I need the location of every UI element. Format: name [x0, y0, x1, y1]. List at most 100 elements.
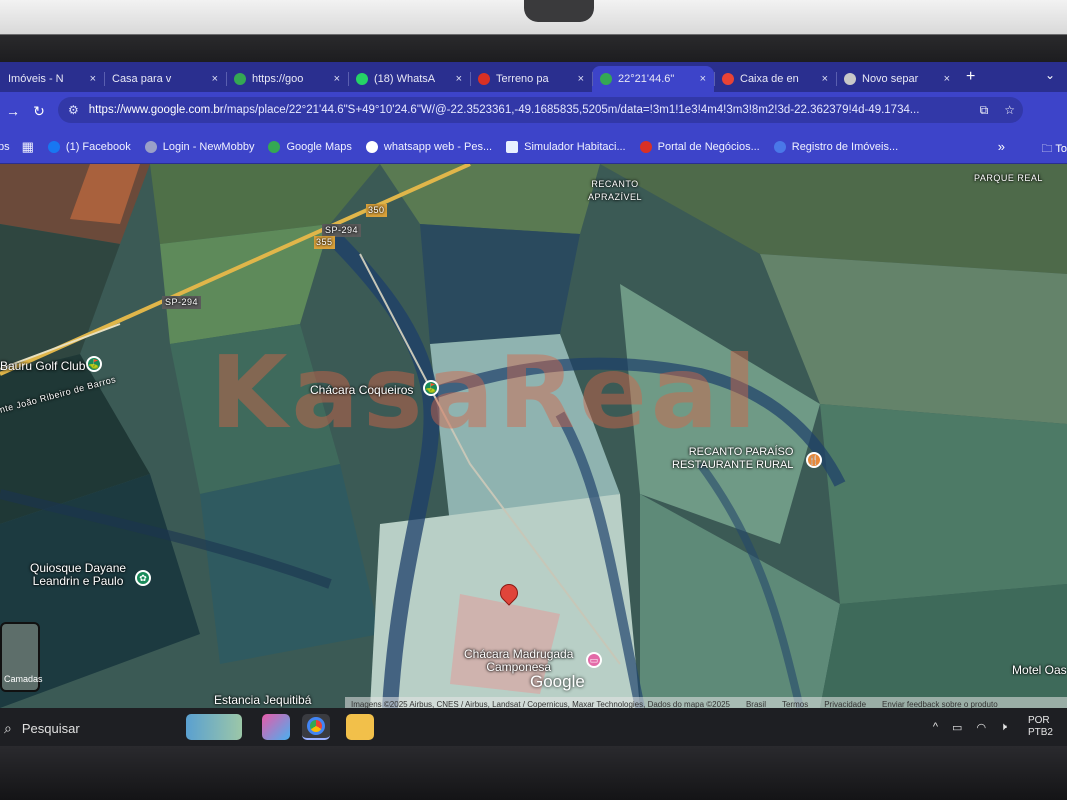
- place-label-recanto-paraiso[interactable]: RECANTO PARAÍSO RESTAURANTE RURAL: [672, 446, 793, 472]
- bookmark-label: Google Maps: [286, 140, 352, 153]
- bookmark-star-icon[interactable]: ☆: [1004, 103, 1015, 117]
- facebook-icon: [47, 140, 60, 153]
- bookmark-google-maps[interactable]: Google Maps: [268, 140, 352, 153]
- tab[interactable]: Novo separ ×: [836, 66, 958, 92]
- tab[interactable]: https://goo ×: [226, 66, 348, 92]
- place-label-chacara-madrugada[interactable]: Chácara Madrugada Camponesa: [464, 648, 573, 674]
- bookmark-facebook[interactable]: (1) Facebook: [47, 140, 131, 153]
- place-label-recanto-aprazivel[interactable]: RECANTO APRAZÍVEL: [588, 178, 642, 204]
- tab[interactable]: Imóveis - N ×: [0, 66, 104, 92]
- install-app-icon[interactable]: ⧉: [980, 103, 989, 118]
- imagery-attribution: Imagens ©2025 Airbus, CNES / Airbus, Lan…: [351, 699, 730, 709]
- close-icon[interactable]: ×: [822, 73, 828, 85]
- chevron-up-icon[interactable]: ^: [933, 721, 938, 733]
- tab-title: Casa para v: [112, 73, 172, 85]
- chrome-icon: [307, 717, 325, 735]
- tab[interactable]: Casa para v ×: [104, 66, 226, 92]
- tab[interactable]: Terreno pa ×: [470, 66, 592, 92]
- terms-link[interactable]: Termos: [782, 700, 808, 709]
- close-icon[interactable]: ×: [700, 73, 706, 85]
- park-pin-icon[interactable]: ✿: [135, 570, 151, 586]
- bookmarks-overflow-button[interactable]: »: [998, 139, 1005, 154]
- feedback-link[interactable]: Enviar feedback sobre o produto: [882, 700, 998, 709]
- chrome-taskbar-icon[interactable]: [302, 714, 330, 740]
- map-attribution-bar: Imagens ©2025 Airbus, CNES / Airbus, Lan…: [345, 697, 1067, 708]
- wifi-icon[interactable]: ◠: [976, 721, 986, 734]
- bookmarks-folder[interactable]: 🗀 To: [1042, 140, 1067, 159]
- record-icon: [478, 73, 490, 85]
- bookmark-whatsapp-web[interactable]: whatsapp web - Pes...: [365, 140, 493, 153]
- place-label-motel[interactable]: Motel Oas: [1012, 664, 1067, 677]
- close-icon[interactable]: ×: [212, 73, 218, 85]
- maps-icon: [600, 73, 612, 85]
- tab-search-icon[interactable]: ⌄: [1045, 68, 1055, 82]
- taskbar-search[interactable]: ⌕ Pesquisar: [4, 715, 178, 741]
- bookmark-registro[interactable]: Registro de Imóveis...: [773, 140, 898, 153]
- laptop-bezel-bottom: [0, 746, 1067, 800]
- file-explorer-icon[interactable]: [346, 714, 374, 740]
- portal-icon: [639, 140, 652, 153]
- language-indicator[interactable]: POR PTB2: [1021, 715, 1060, 739]
- url-host: https://www.google.com.br: [88, 104, 224, 116]
- site-info-icon[interactable]: ⚙: [68, 103, 79, 117]
- bookmarks-bar: ps ▦ (1) Facebook Login - NewMobby Googl…: [0, 130, 1067, 164]
- bookmark-label: Portal de Negócios...: [657, 140, 760, 153]
- close-icon[interactable]: ×: [334, 73, 340, 85]
- gmail-icon: [722, 73, 734, 85]
- tab-title: (18) WhatsA: [374, 73, 436, 85]
- bookmark-apps[interactable]: ps ▦: [0, 139, 34, 155]
- globe-icon: [144, 140, 157, 153]
- place-label-estancia[interactable]: Estancia Jequitibá: [214, 694, 311, 707]
- golf-pin-icon[interactable]: ⛳: [86, 356, 102, 372]
- place-label-bauru-golf[interactable]: Bauru Golf Club: [0, 360, 85, 373]
- country-link[interactable]: Brasil: [746, 700, 766, 709]
- satellite-map[interactable]: KasaReal RECANTO APRAZÍVEL PARQUE REAL S…: [0, 164, 1067, 708]
- windows-taskbar: ⌕ Pesquisar ^ ▭ ◠ 🕨 POR PTB2: [0, 708, 1067, 746]
- close-icon[interactable]: ×: [578, 73, 584, 85]
- place-label-quiosque[interactable]: Quiosque Dayane Leandrin e Paulo: [30, 562, 126, 588]
- forward-icon[interactable]: →: [0, 103, 26, 119]
- bookmark-label: whatsapp web - Pes...: [383, 140, 493, 153]
- tab[interactable]: (18) WhatsA ×: [348, 66, 470, 92]
- copilot-icon[interactable]: [262, 714, 290, 740]
- globe-icon: [773, 140, 786, 153]
- golf-pin-icon[interactable]: ⛳: [423, 380, 439, 396]
- tab[interactable]: Caixa de en ×: [714, 66, 836, 92]
- reload-icon[interactable]: ↻: [26, 103, 52, 120]
- browser-toolbar: → ↻ ⚙ https://www.google.com.br/maps/pla…: [0, 92, 1067, 130]
- whatsapp-icon: [356, 73, 368, 85]
- apps-grid-icon: ▦: [21, 138, 34, 154]
- restaurant-pin-icon[interactable]: 🍴: [806, 452, 822, 468]
- bookmark-newmobby[interactable]: Login - NewMobby: [144, 140, 254, 153]
- road-label-sp294[interactable]: SP-294: [162, 296, 202, 309]
- folder-label: To: [1055, 143, 1067, 155]
- search-icon: ⌕: [4, 719, 12, 736]
- language-code: POR: [1027, 715, 1050, 726]
- system-tray: ^ ▭ ◠ 🕨 POR PTB2: [926, 708, 1067, 746]
- webcam-notch: [524, 0, 594, 22]
- bookmark-label: Simulador Habitaci...: [524, 140, 626, 153]
- bookmark-simulador[interactable]: Simulador Habitaci...: [506, 140, 626, 153]
- place-label-chacara-coqueiros[interactable]: Chácara Coqueiros: [310, 384, 413, 397]
- privacy-link[interactable]: Privacidade: [824, 700, 866, 709]
- close-icon[interactable]: ×: [944, 73, 950, 85]
- layers-toggle-button[interactable]: Camadas: [0, 622, 43, 692]
- close-icon[interactable]: ×: [456, 73, 462, 85]
- bookmark-portal[interactable]: Portal de Negócios...: [639, 140, 760, 153]
- lodging-pin-icon[interactable]: ▭: [586, 652, 602, 668]
- road-shield-355[interactable]: 355: [314, 236, 335, 249]
- address-bar[interactable]: ⚙ https://www.google.com.br/maps/place/2…: [58, 97, 1023, 123]
- road-shield-350[interactable]: 350: [366, 204, 387, 217]
- place-label-parque-real[interactable]: PARQUE REAL: [974, 172, 1043, 185]
- keyboard-layout: PTB2: [1027, 727, 1053, 738]
- close-icon[interactable]: ×: [90, 73, 96, 85]
- tab-strip: Imóveis - N × Casa para v × https://goo …: [0, 62, 1067, 92]
- tab-active[interactable]: 22°21'44.6" ×: [592, 66, 714, 92]
- battery-icon[interactable]: ▭: [952, 721, 962, 734]
- new-tab-button[interactable]: +: [966, 68, 975, 86]
- volume-icon[interactable]: 🕨: [1000, 721, 1007, 734]
- widgets-icon[interactable]: [186, 714, 242, 740]
- folder-icon: 🗀: [1041, 143, 1056, 155]
- url-text[interactable]: https://www.google.com.br/maps/place/22°…: [89, 104, 972, 116]
- chrome-icon: [844, 73, 856, 85]
